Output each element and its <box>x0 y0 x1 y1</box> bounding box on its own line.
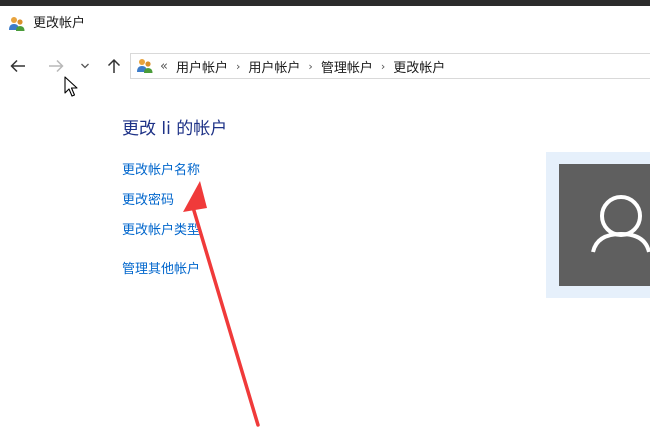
change-password-link[interactable]: 更改密码 <box>122 192 174 209</box>
users-icon <box>9 17 25 31</box>
recent-locations-button[interactable] <box>76 54 94 78</box>
back-arrow-icon <box>10 59 25 73</box>
breadcrumb-separator[interactable]: › <box>236 60 240 73</box>
up-button[interactable] <box>102 54 126 78</box>
change-account-type-link[interactable]: 更改帐户类型 <box>122 222 200 239</box>
annotation-arrow-shaft <box>190 202 260 427</box>
account-picture <box>559 164 650 286</box>
breadcrumb-item[interactable]: 用户帐户 <box>248 57 300 76</box>
breadcrumb-item[interactable]: 更改帐户 <box>393 57 445 76</box>
forward-button[interactable] <box>44 54 68 78</box>
annotation-arrow-head <box>183 181 207 212</box>
page-title: 更改 li 的帐户 <box>122 119 228 139</box>
window-title: 更改帐户 <box>33 16 86 31</box>
breadcrumb-overflow[interactable]: « <box>160 59 168 74</box>
users-icon <box>137 59 153 73</box>
forward-arrow-icon <box>49 59 64 73</box>
change-account-name-link[interactable]: 更改帐户名称 <box>122 162 200 179</box>
breadcrumb-item[interactable]: 用户帐户 <box>176 57 228 76</box>
up-arrow-icon <box>107 58 121 73</box>
user-silhouette-icon <box>591 195 650 253</box>
back-button[interactable] <box>6 54 30 78</box>
breadcrumb-separator[interactable]: › <box>381 60 385 73</box>
navigation-bar: « 用户帐户 › 用户帐户 › 管理帐户 › 更改帐户 ⌄ <box>0 42 650 90</box>
title-bar: 更改帐户 <box>0 6 650 42</box>
mouse-cursor-icon <box>64 76 78 97</box>
manage-other-accounts-link[interactable]: 管理其他帐户 <box>122 261 200 278</box>
breadcrumb-separator[interactable]: › <box>308 60 312 73</box>
breadcrumb-item[interactable]: 管理帐户 <box>321 57 373 76</box>
chevron-down-icon <box>81 63 89 69</box>
address-bar[interactable]: « 用户帐户 › 用户帐户 › 管理帐户 › 更改帐户 ⌄ <box>130 53 650 79</box>
